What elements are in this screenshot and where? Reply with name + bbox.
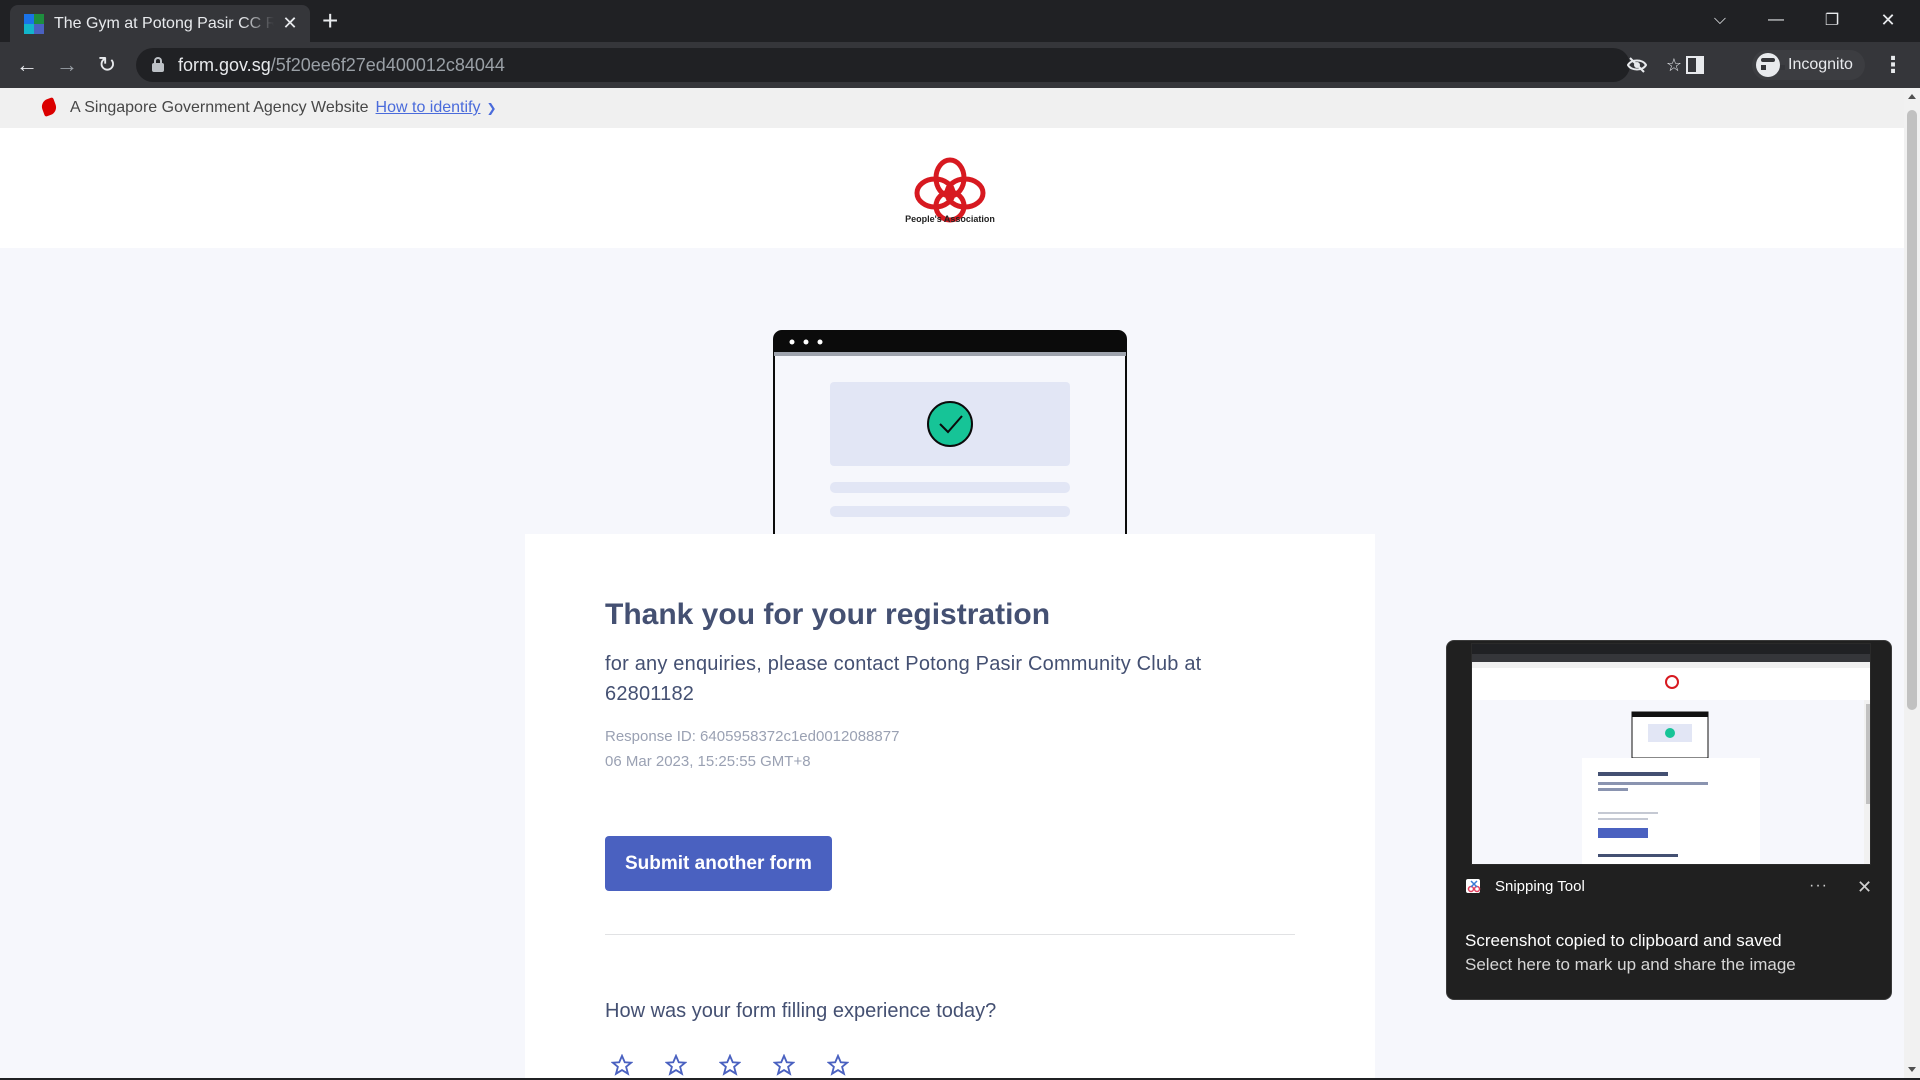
success-illustration bbox=[773, 330, 1127, 534]
rating-star-icon[interactable] bbox=[665, 1054, 687, 1076]
eye-off-icon[interactable] bbox=[1624, 52, 1650, 78]
snipping-tool-notification[interactable]: Snipping Tool ··· ✕ Screenshot copied to… bbox=[1446, 640, 1892, 1000]
more-options-icon[interactable]: ··· bbox=[1809, 877, 1828, 895]
submission-timestamp: 06 Mar 2023, 15:25:55 GMT+8 bbox=[605, 753, 811, 770]
incognito-profile-button[interactable]: Incognito bbox=[1752, 50, 1865, 80]
toast-app-header: Snipping Tool bbox=[1465, 877, 1585, 895]
close-window-icon[interactable]: ✕ bbox=[1860, 0, 1916, 40]
gov-masthead: A Singapore Government Agency Website Ho… bbox=[0, 88, 1904, 128]
enquiry-text: for any enquiries, please contact Potong… bbox=[605, 653, 1202, 705]
forward-arrow-icon[interactable]: → bbox=[52, 50, 82, 80]
rating-star-icon[interactable] bbox=[719, 1054, 741, 1076]
reload-icon[interactable]: ↻ bbox=[92, 50, 122, 80]
rating-star-icon[interactable] bbox=[773, 1054, 795, 1076]
rating-star-icon[interactable] bbox=[827, 1054, 849, 1076]
singapore-lion-icon bbox=[40, 98, 58, 118]
screenshot-thumbnail[interactable] bbox=[1471, 643, 1871, 865]
divider bbox=[605, 934, 1295, 935]
form-favicon-icon bbox=[24, 13, 44, 34]
snipping-tool-icon bbox=[1466, 879, 1481, 893]
rating-star-icon[interactable] bbox=[611, 1054, 633, 1076]
rating-question: How was your form filling experience tod… bbox=[605, 1000, 997, 1022]
new-tab-plus-icon[interactable]: + bbox=[322, 7, 338, 35]
chevron-down-icon[interactable]: ❯ bbox=[486, 101, 496, 115]
peoples-association-logo bbox=[914, 157, 986, 223]
page-scrollbar[interactable] bbox=[1904, 88, 1920, 1078]
close-icon[interactable]: ✕ bbox=[1857, 877, 1872, 898]
back-arrow-icon[interactable]: ← bbox=[12, 50, 42, 80]
browser-toolbar: ← → ↻ form.gov.sg/5f20ee6f27ed400012c840… bbox=[0, 42, 1920, 88]
response-id: Response ID: 6405958372c1ed0012088877 bbox=[605, 728, 900, 745]
url-host: form.gov.sg bbox=[178, 54, 271, 75]
restore-icon[interactable]: ❐ bbox=[1804, 0, 1860, 40]
toast-app-name: Snipping Tool bbox=[1495, 877, 1585, 895]
tab-search-chevron-down-icon[interactable]: ⌵ bbox=[1692, 0, 1748, 40]
agency-header: People's Association bbox=[0, 128, 1904, 248]
tab-close-icon[interactable]: ✕ bbox=[280, 13, 300, 34]
screenshot-preview bbox=[1472, 644, 1870, 864]
more-vert-icon[interactable]: ⋮ bbox=[1882, 52, 1904, 78]
tab-title: The Gym at Potong Pasir CC Registration bbox=[54, 14, 274, 32]
how-to-identify-link[interactable]: How to identify bbox=[376, 99, 481, 117]
scrollbar-thumb[interactable] bbox=[1907, 110, 1917, 710]
scroll-down-arrow-icon[interactable] bbox=[1908, 1067, 1916, 1072]
toast-subtitle: Select here to mark up and share the ima… bbox=[1465, 955, 1796, 974]
profile-label: Incognito bbox=[1788, 56, 1853, 73]
confirmation-card: Thank you for your registration for any … bbox=[525, 534, 1375, 1078]
scroll-up-arrow-icon[interactable] bbox=[1908, 94, 1916, 99]
toast-title: Screenshot copied to clipboard and saved bbox=[1465, 931, 1782, 950]
side-panel-icon[interactable] bbox=[1680, 50, 1710, 80]
tab-strip: The Gym at Potong Pasir CC Registration … bbox=[0, 0, 1920, 42]
submit-another-form-button[interactable]: Submit another form bbox=[605, 836, 832, 891]
url-path: /5f20ee6f27ed400012c84044 bbox=[270, 54, 505, 75]
star-rating bbox=[611, 1054, 849, 1076]
address-bar[interactable]: form.gov.sg/5f20ee6f27ed400012c84044 ☆ bbox=[136, 48, 1682, 82]
lock-icon[interactable] bbox=[150, 56, 166, 74]
minimize-icon[interactable]: — bbox=[1748, 0, 1804, 40]
browser-tab[interactable]: The Gym at Potong Pasir CC Registration … bbox=[10, 5, 310, 42]
incognito-icon bbox=[1756, 53, 1785, 77]
logo-caption: People's Association bbox=[905, 214, 995, 224]
masthead-text: A Singapore Government Agency Website bbox=[70, 99, 369, 116]
page-title: Thank you for your registration bbox=[605, 598, 1051, 631]
